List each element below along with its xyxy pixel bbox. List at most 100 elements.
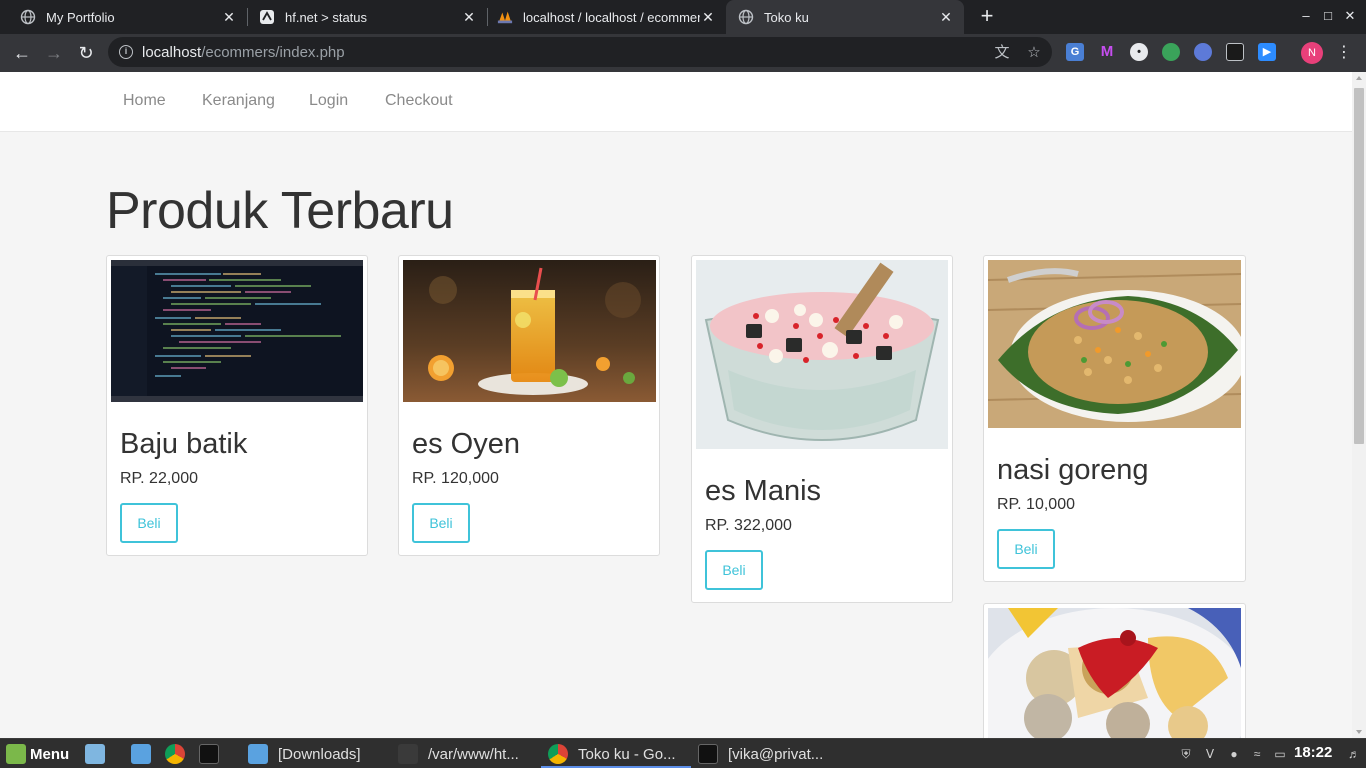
folder-icon [131,744,151,764]
forward-icon[interactable]: → [43,42,65,64]
profile-avatar[interactable]: N [1301,42,1323,64]
clock[interactable]: 18:22 [1294,744,1332,761]
taskbar-window[interactable]: [Downloads] [248,739,361,768]
launcher-chrome[interactable] [165,739,195,768]
terminal-icon [199,744,219,764]
taskbar-window[interactable]: [vika@privat... [698,739,823,768]
star-icon[interactable]: ☆ [1025,44,1043,62]
tab-title: hf.net > status [285,9,368,25]
product-image[interactable] [696,260,948,449]
face-extension-icon[interactable]: • [1130,43,1148,61]
product-name: Baju batik [120,428,248,460]
back-icon[interactable]: ← [11,42,33,64]
taskbar-window-label: /var/www/ht... [428,745,519,763]
product-card: Baju batik RP. 22,000 Beli [106,255,368,556]
globe-icon [738,9,754,25]
phpmyadmin-icon [497,9,513,25]
editor-icon [398,744,418,764]
start-menu-button[interactable]: Menu [6,739,69,768]
taskbar-window-label: [Downloads] [278,745,361,763]
close-icon[interactable]: ✕ [221,9,237,25]
menu-label: Menu [30,745,70,763]
taskbar-window[interactable]: /var/www/ht... [398,739,519,768]
page-scrollbar[interactable] [1352,72,1366,738]
owl-extension-icon[interactable] [1194,43,1212,61]
chrome-icon [165,744,185,764]
maximize-icon[interactable]: □ [1319,8,1337,23]
buy-button[interactable]: Beli [997,529,1055,569]
browser-tab[interactable]: hf.net > status ✕ [239,0,487,34]
chrome-icon [548,744,568,764]
buy-button[interactable]: Beli [705,550,763,590]
browser-tab[interactable]: My Portfolio ✕ [0,0,247,34]
buy-button[interactable]: Beli [412,503,470,543]
product-name: es Oyen [412,428,520,460]
launcher-show-desktop[interactable] [85,739,115,768]
m-extension-icon[interactable]: M [1098,43,1116,61]
page-viewport: Home Keranjang Login Checkout Produk Ter… [0,72,1352,738]
taskbar-window-active[interactable]: Toko ku - Go... [548,739,676,768]
product-card: es Manis RP. 322,000 Beli [691,255,953,603]
volume-icon[interactable]: ♬ [1346,746,1362,762]
product-image[interactable] [403,260,656,402]
zoom-extension-icon[interactable]: ▶ [1258,43,1276,61]
terminal-icon [698,744,718,764]
reload-icon[interactable]: ↻ [75,42,97,64]
product-price: RP. 10,000 [997,496,1075,513]
product-name: es Manis [705,475,822,507]
product-price: RP. 120,000 [412,470,499,487]
launcher-files[interactable] [131,739,161,768]
browser-tab-active[interactable]: Toko ku ✕ [726,0,964,34]
nav-home-link[interactable]: Home [123,92,166,110]
browser-tab[interactable]: localhost / localhost / ecommers ✕ [477,0,726,34]
os-taskbar: Menu [Downloads] /var/www/ht... Toko ku … [0,738,1366,768]
product-image[interactable] [988,260,1241,428]
product-image[interactable] [988,608,1241,738]
url-path: /ecommers/index.php [201,43,345,61]
nav-login-link[interactable]: Login [309,92,348,110]
product-card: nasi goreng RP. 10,000 Beli [983,255,1246,582]
shield-icon[interactable]: ⛨ [1178,746,1194,762]
tab-title: localhost / localhost / ecommers [523,9,700,25]
launcher-terminal[interactable] [199,739,229,768]
tab-title: Toko ku [764,9,809,25]
address-bar[interactable]: i localhost /ecommers/index.php 文 ☆ [108,37,1052,67]
scrollbar-thumb[interactable] [1354,88,1364,444]
update-icon[interactable]: ● [1226,746,1242,762]
hf-icon [259,9,275,25]
scroll-up-icon[interactable] [1356,76,1362,80]
browser-menu-icon[interactable]: ⋮ [1336,42,1352,64]
taskbar-window-label: [vika@privat... [728,745,824,763]
scroll-down-icon[interactable] [1356,730,1362,734]
wifi-icon[interactable]: ≈ [1249,746,1265,762]
close-icon[interactable]: ✕ [938,9,954,25]
close-icon[interactable]: ✕ [700,9,716,25]
close-icon[interactable]: ✕ [461,9,477,25]
mint-logo-icon [6,744,26,764]
product-name: nasi goreng [997,454,1149,486]
new-tab-button[interactable]: + [976,5,998,27]
globe-icon [20,9,36,25]
minimize-icon[interactable]: – [1297,8,1315,23]
nav-keranjang-link[interactable]: Keranjang [202,92,275,110]
product-price: RP. 322,000 [705,517,792,534]
battery-icon[interactable]: ▭ [1272,746,1288,762]
translate-icon[interactable]: 文 [993,44,1011,62]
product-image[interactable] [111,260,363,402]
nav-checkout-link[interactable]: Checkout [385,92,453,110]
site-navbar: Home Keranjang Login Checkout [0,72,1352,132]
box-extension-icon[interactable] [1226,43,1244,61]
site-info-icon[interactable]: i [119,45,133,59]
browser-toolbar: ← → ↻ i localhost /ecommers/index.php 文 … [0,34,1366,72]
product-card: es Oyen RP. 120,000 Beli [398,255,660,556]
earth-extension-icon[interactable] [1162,43,1180,61]
bluetooth-icon[interactable]: ᐯ [1202,746,1218,762]
product-card [983,603,1246,738]
buy-button[interactable]: Beli [120,503,178,543]
folder-icon [248,744,268,764]
taskbar-window-label: Toko ku - Go... [578,745,676,763]
url-host: localhost [142,43,202,61]
close-window-icon[interactable]: ✕ [1341,8,1359,24]
google-translate-extension-icon[interactable]: G [1066,43,1084,61]
product-price: RP. 22,000 [120,470,198,487]
